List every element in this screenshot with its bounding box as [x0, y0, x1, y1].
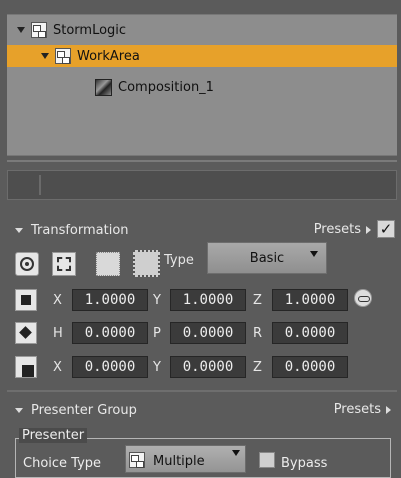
scale-x-field[interactable]: 1.0000 — [72, 289, 148, 311]
enabled-checkbox[interactable]: ✓ — [377, 220, 395, 238]
collapse-arrow-icon[interactable] — [15, 407, 23, 413]
tree-item-label: StormLogic — [53, 22, 127, 38]
dropdown-arrow-icon — [232, 450, 240, 456]
axis-label: Y — [153, 293, 161, 308]
position-icon[interactable] — [15, 356, 37, 378]
rotation-icon[interactable] — [15, 322, 37, 344]
position-z-field[interactable]: 0.0000 — [272, 356, 348, 378]
type-dropdown[interactable]: Basic — [207, 242, 327, 274]
type-label: Type — [164, 253, 194, 268]
type-value: Basic — [249, 251, 285, 266]
presets-menu[interactable]: Presets — [314, 222, 371, 237]
rotation-r-field[interactable]: 0.0000 — [272, 322, 348, 344]
choice-type-value: Multiple — [153, 454, 205, 469]
tree-item-label: Composition_1 — [118, 79, 214, 95]
tree-item-workarea[interactable]: WorkArea — [7, 45, 397, 67]
axis-label: H — [53, 326, 63, 341]
empty-toolbar — [7, 170, 397, 200]
play-arrow-icon — [386, 405, 391, 414]
transformation-header[interactable]: Transformation Presets ✓ — [7, 218, 397, 242]
axis-label: R — [253, 326, 263, 341]
presets-label: Presets — [313, 222, 361, 237]
choice-type-dropdown[interactable]: Multiple — [125, 445, 246, 473]
tree-item-composition[interactable]: Composition_1 — [7, 76, 397, 98]
section-divider — [7, 390, 397, 392]
bypass-checkbox[interactable] — [259, 452, 275, 468]
group-node-icon — [55, 48, 71, 64]
panel-divider — [7, 160, 397, 162]
link-icon[interactable] — [354, 289, 372, 307]
collapse-arrow-icon[interactable] — [15, 227, 23, 233]
position-x-field[interactable]: 0.0000 — [72, 356, 148, 378]
axis-label: X — [53, 360, 62, 375]
scene-tree: StormLogic WorkArea Composition_1 — [7, 14, 397, 156]
axis-label: P — [153, 326, 161, 341]
choice-type-label: Choice Type — [23, 456, 102, 471]
presets-menu[interactable]: Presets — [334, 402, 391, 417]
scale-z-field[interactable]: 1.0000 — [272, 289, 348, 311]
fit-frame-icon[interactable] — [52, 252, 76, 276]
section-title: Transformation — [31, 222, 129, 238]
grid-icon[interactable] — [96, 252, 120, 276]
scale-y-field[interactable]: 1.0000 — [170, 289, 246, 311]
axis-label: Z — [253, 293, 262, 308]
composition-icon — [95, 78, 112, 96]
dropdown-arrow-icon — [310, 251, 318, 257]
pivot-icon[interactable] — [15, 252, 39, 276]
rotation-p-field[interactable]: 0.0000 — [170, 322, 246, 344]
bypass-label: Bypass — [281, 456, 328, 471]
position-y-field[interactable]: 0.0000 — [170, 356, 246, 378]
tree-item-stormlogic[interactable]: StormLogic — [7, 19, 397, 41]
group-node-icon — [129, 452, 145, 468]
tree-item-label: WorkArea — [77, 48, 140, 64]
rotation-h-field[interactable]: 0.0000 — [72, 322, 148, 344]
bounds-icon[interactable] — [133, 250, 160, 277]
section-title: Presenter Group — [31, 402, 137, 418]
expand-arrow-icon[interactable] — [41, 53, 49, 59]
axis-label: Z — [253, 360, 262, 375]
scale-icon[interactable] — [15, 289, 37, 311]
axis-label: Y — [153, 360, 161, 375]
presenter-group-header[interactable]: Presenter Group Presets — [7, 398, 397, 422]
group-node-icon — [31, 22, 47, 38]
presets-label: Presets — [333, 402, 381, 417]
expand-arrow-icon[interactable] — [17, 27, 25, 33]
presenter-group-title: Presenter — [19, 428, 88, 443]
play-arrow-icon — [366, 225, 371, 234]
axis-label: X — [53, 293, 62, 308]
